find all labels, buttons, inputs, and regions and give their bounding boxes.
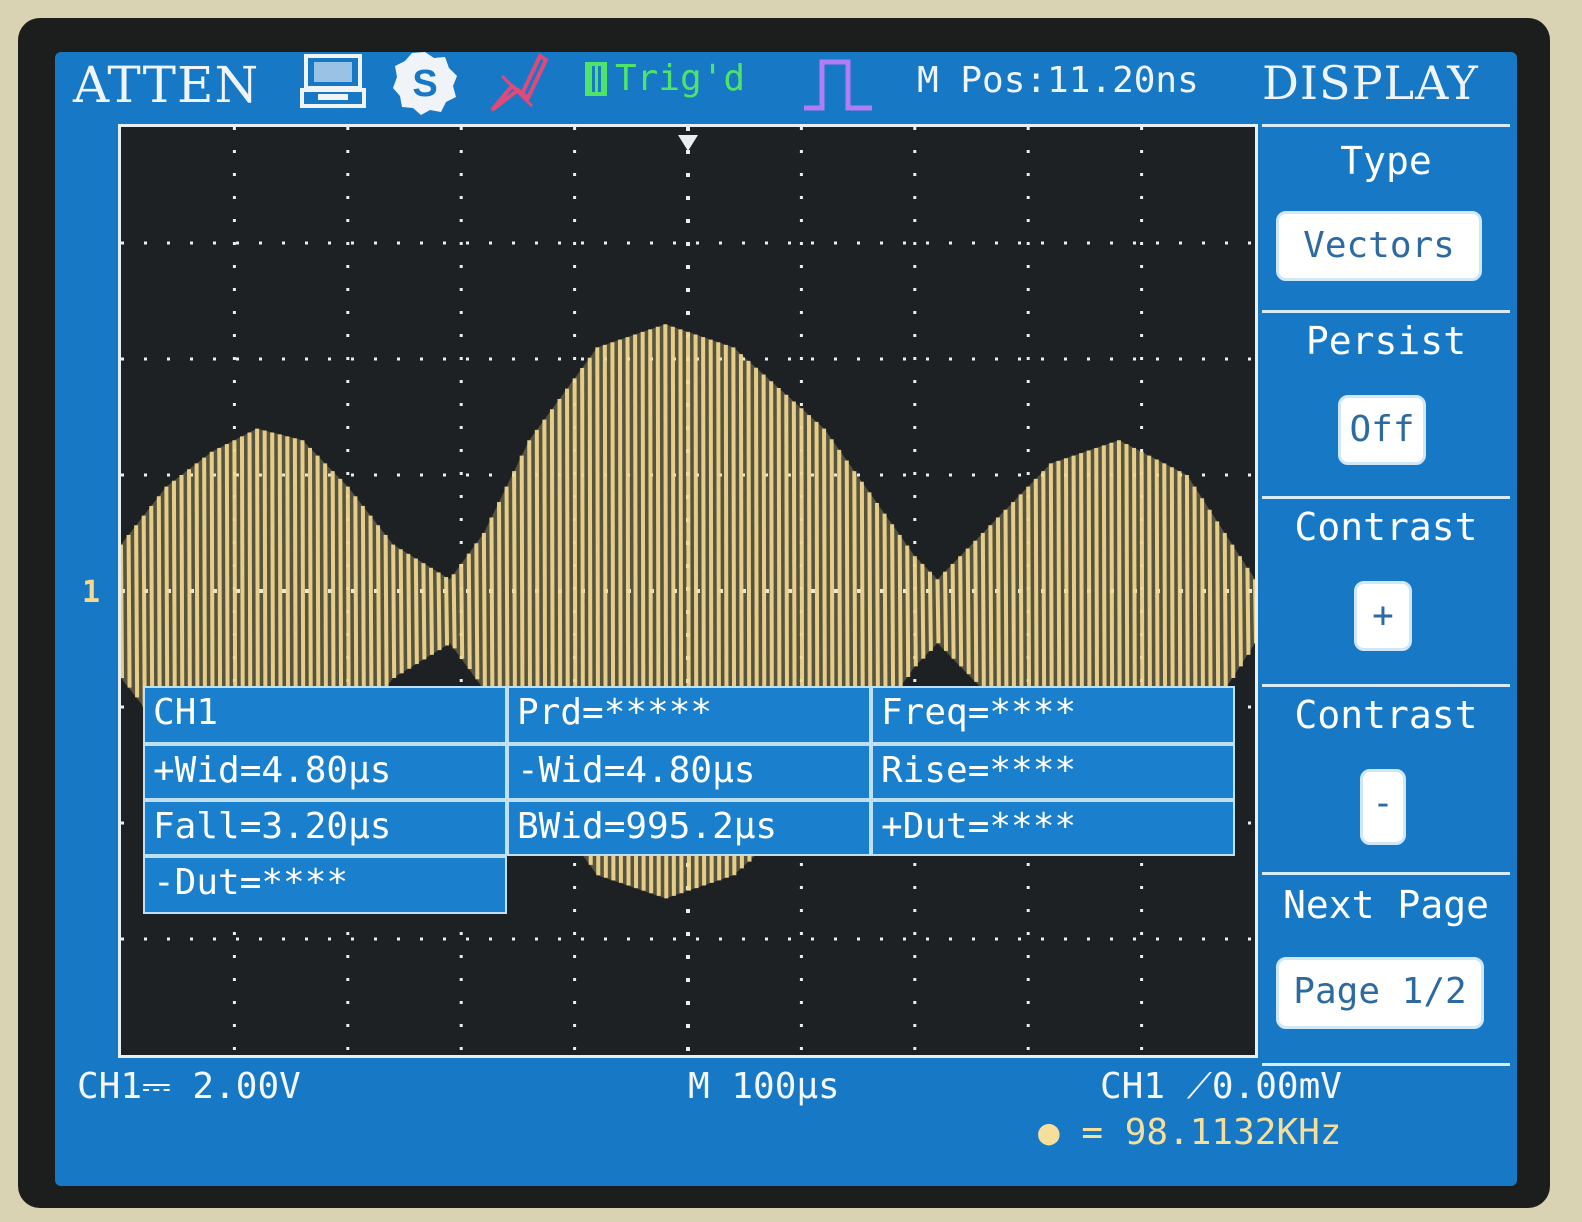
meas-ch1: CH1 [143, 686, 507, 744]
trigger-info: CH1 ⟋0.00mV [1100, 1066, 1342, 1107]
waveform-line [421, 563, 427, 660]
waveform-line [134, 525, 140, 698]
waveform-line [391, 544, 397, 679]
waveform-line [958, 556, 964, 667]
waveform-line [126, 534, 132, 688]
type-value-button[interactable]: Vectors [1276, 211, 1482, 281]
waveform-line [1230, 544, 1236, 679]
waveform-line [1215, 521, 1221, 702]
waveform-line [1237, 556, 1243, 667]
probe-icon [482, 46, 552, 120]
waveform-line [935, 579, 941, 644]
waveform-line [988, 525, 994, 698]
svg-text:S: S [412, 63, 437, 105]
waveform-line [141, 515, 147, 708]
brand-logo: ATTEN [73, 56, 260, 114]
menu-persist-label: Persist [1305, 319, 1467, 363]
menu-contrast-label-2: Contrast [1294, 693, 1478, 737]
meas-frequency: Freq=**** [871, 686, 1235, 744]
waveform-line [428, 567, 434, 655]
waveform-line [905, 545, 911, 678]
waveform-line [376, 525, 382, 698]
menu-contrast-label: Contrast [1294, 505, 1478, 549]
waveform-line [973, 540, 979, 682]
meas-fall: Fall=3.20μs [143, 800, 507, 856]
waveform-line [897, 534, 903, 688]
meas-neg-width: -Wid=4.80μs [507, 744, 871, 800]
waveform-line [1222, 532, 1228, 690]
waveform-line [890, 524, 896, 699]
waveform-line [444, 577, 450, 646]
waveform-line [481, 532, 487, 690]
menu-persist[interactable]: Persist Off [1262, 310, 1510, 499]
menu-next-page-label: Next Page [1283, 883, 1489, 927]
meas-pos-width: +Wid=4.80μs [143, 744, 507, 800]
graticule [118, 124, 1258, 1058]
printer-icon [300, 52, 368, 114]
meas-neg-duty: -Dut=**** [143, 856, 507, 914]
trigger-status-text: Trig'd [615, 58, 746, 99]
measurement-panel: CH1 Prd=***** Freq=**** +Wid=4.80μs -Wid… [143, 686, 1235, 916]
waveform-line [489, 517, 495, 706]
contrast-plus-button[interactable]: + [1354, 581, 1412, 651]
timebase: M 100μs [688, 1066, 840, 1107]
waveform-line [383, 534, 389, 688]
contrast-minus-button[interactable]: - [1360, 769, 1406, 845]
waveform-line [980, 532, 986, 690]
waveform-line [882, 513, 888, 709]
waveform-line [995, 517, 1001, 706]
waveform-line [436, 572, 442, 651]
frequency-readout: ● = 98.1132KHz [1038, 1112, 1341, 1153]
menu-type[interactable]: Type Vectors [1262, 124, 1510, 313]
meas-pos-duty: +Dut=**** [871, 800, 1235, 856]
waveform-line [1207, 509, 1213, 713]
pulse-edge-icon [802, 56, 874, 116]
waveform-line [368, 515, 374, 708]
waveform-line [927, 571, 933, 651]
waveform-line [1245, 567, 1251, 655]
trigger-box-icon [585, 61, 607, 96]
waveform-line [451, 574, 457, 649]
meas-rise: Rise=**** [871, 744, 1235, 800]
waveform-line [474, 543, 480, 680]
persist-value-button[interactable]: Off [1338, 395, 1426, 465]
waveform-line [413, 558, 419, 665]
waveform-line [398, 549, 404, 674]
menu-contrast-up[interactable]: Contrast + [1262, 496, 1510, 687]
channel-1-marker: 1 [82, 575, 101, 610]
waveform-line [406, 553, 412, 669]
waveform-line [121, 544, 124, 679]
waveform-line [965, 548, 971, 675]
menu-contrast-down[interactable]: Contrast - [1262, 684, 1510, 875]
waveform-line [466, 553, 472, 669]
m-position: M Pos:11.20ns [917, 60, 1199, 101]
waveform-line [912, 556, 918, 667]
menu-next-page[interactable]: Next Page Page 1/2 [1262, 872, 1510, 1066]
waveform-line [920, 563, 926, 659]
menu-title: DISPLAY [1262, 56, 1479, 110]
frequency-value: = 98.1132KHz [1081, 1112, 1342, 1153]
meas-burst-width: BWid=995.2μs [507, 800, 871, 856]
trigger-status: Trig'd [585, 58, 745, 99]
trigger-position-marker [678, 135, 698, 151]
meas-period: Prd=***** [507, 686, 871, 744]
waveform-line [459, 563, 465, 659]
display-menu: Type Vectors Persist Off Contrast + Cont… [1262, 116, 1510, 1066]
waveform-line [950, 563, 956, 659]
waveform-line [1003, 509, 1009, 713]
waveform-line [943, 571, 949, 651]
page-button[interactable]: Page 1/2 [1276, 957, 1484, 1029]
ch1-scale: CH1⎓ 2.00V [77, 1066, 301, 1107]
menu-type-label: Type [1340, 139, 1432, 183]
s-badge-icon: S [392, 50, 458, 120]
frequency-counter-icon: ● [1038, 1112, 1060, 1153]
